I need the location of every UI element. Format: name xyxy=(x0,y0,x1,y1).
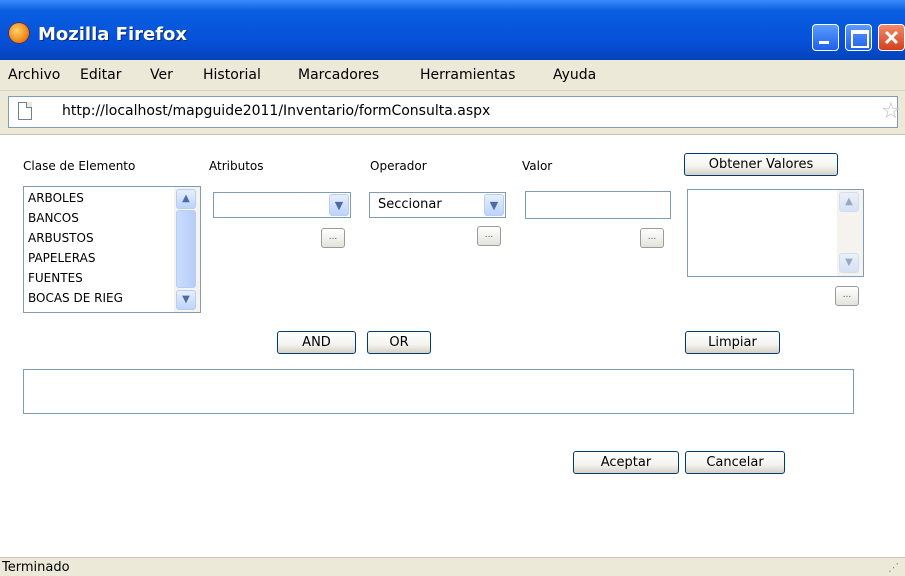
valor-small-button[interactable]: ... xyxy=(640,228,664,248)
aceptar-button[interactable]: Aceptar xyxy=(573,451,679,474)
close-icon xyxy=(884,30,899,45)
chevron-down-icon[interactable]: ▼ xyxy=(839,253,859,273)
menu-bar: Archivo Editar Ver Historial Marcadores … xyxy=(0,60,905,91)
minimize-button[interactable] xyxy=(812,24,839,51)
chevron-up-icon[interactable]: ▲ xyxy=(839,192,859,212)
close-button[interactable] xyxy=(878,24,905,51)
chevron-up-icon[interactable]: ▲ xyxy=(176,189,196,209)
listbox-scrollbar[interactable]: ▲ ▼ xyxy=(174,187,200,312)
menu-ver[interactable]: Ver xyxy=(150,67,173,83)
menu-ayuda[interactable]: Ayuda xyxy=(553,67,596,83)
valor-input[interactable] xyxy=(525,191,671,219)
status-text: Terminado xyxy=(2,560,70,575)
url-text[interactable]: http://localhost/mapguide2011/Inventario… xyxy=(62,103,490,119)
and-button[interactable]: AND xyxy=(277,331,356,354)
atributos-small-button[interactable]: ... xyxy=(321,228,345,248)
obtener-valores-button[interactable]: Obtener Valores xyxy=(684,153,838,176)
firefox-icon xyxy=(8,22,30,44)
label-clase-de-elemento: Clase de Elemento xyxy=(23,159,136,173)
consulta-textarea[interactable] xyxy=(23,369,854,414)
menu-marcadores[interactable]: Marcadores xyxy=(298,67,379,83)
chevron-down-icon[interactable]: ▼ xyxy=(176,290,196,310)
valores-listbox[interactable]: ▲ ▼ xyxy=(687,189,864,277)
label-operador: Operador xyxy=(370,159,427,173)
cancelar-button[interactable]: Cancelar xyxy=(685,451,785,474)
list-item[interactable]: BOCAS DE RIEG xyxy=(28,291,123,305)
operador-select[interactable]: Seccionar ▼ xyxy=(369,192,506,218)
page-icon xyxy=(18,102,32,120)
maximize-button[interactable] xyxy=(845,24,872,51)
menu-editar[interactable]: Editar xyxy=(80,67,121,83)
chevron-down-icon[interactable]: ▼ xyxy=(484,194,504,216)
menu-herramientas[interactable]: Herramientas xyxy=(420,67,515,83)
resize-grip-icon[interactable]: ⋰ xyxy=(888,561,899,574)
list-item[interactable]: BANCOS xyxy=(28,211,79,225)
menu-historial[interactable]: Historial xyxy=(203,67,261,83)
clase-elemento-listbox[interactable]: ARBOLES BANCOS ARBUSTOS PAPELERAS FUENTE… xyxy=(23,186,201,313)
valores-small-button[interactable]: ... xyxy=(835,286,859,306)
list-item[interactable]: ARBOLES xyxy=(28,191,84,205)
list-item[interactable]: PAPELERAS xyxy=(28,251,95,265)
list-item[interactable]: FUENTES xyxy=(28,271,83,285)
status-bar xyxy=(0,557,905,576)
scroll-thumb[interactable] xyxy=(176,210,196,288)
operador-small-button[interactable]: ... xyxy=(477,226,501,246)
list-item[interactable]: ARBUSTOS xyxy=(28,231,94,245)
menu-archivo[interactable]: Archivo xyxy=(8,67,60,83)
limpiar-button[interactable]: Limpiar xyxy=(685,331,780,354)
star-icon[interactable]: ☆ xyxy=(881,99,901,124)
window-title: Mozilla Firefox xyxy=(38,24,188,45)
label-valor: Valor xyxy=(522,159,553,173)
operador-selected-value: Seccionar xyxy=(378,197,442,212)
chevron-down-icon[interactable]: ▼ xyxy=(329,194,349,216)
valores-scrollbar[interactable]: ▲ ▼ xyxy=(837,190,863,276)
label-atributos: Atributos xyxy=(209,159,264,173)
atributos-select[interactable]: ▼ xyxy=(213,192,351,218)
or-button[interactable]: OR xyxy=(367,331,431,354)
